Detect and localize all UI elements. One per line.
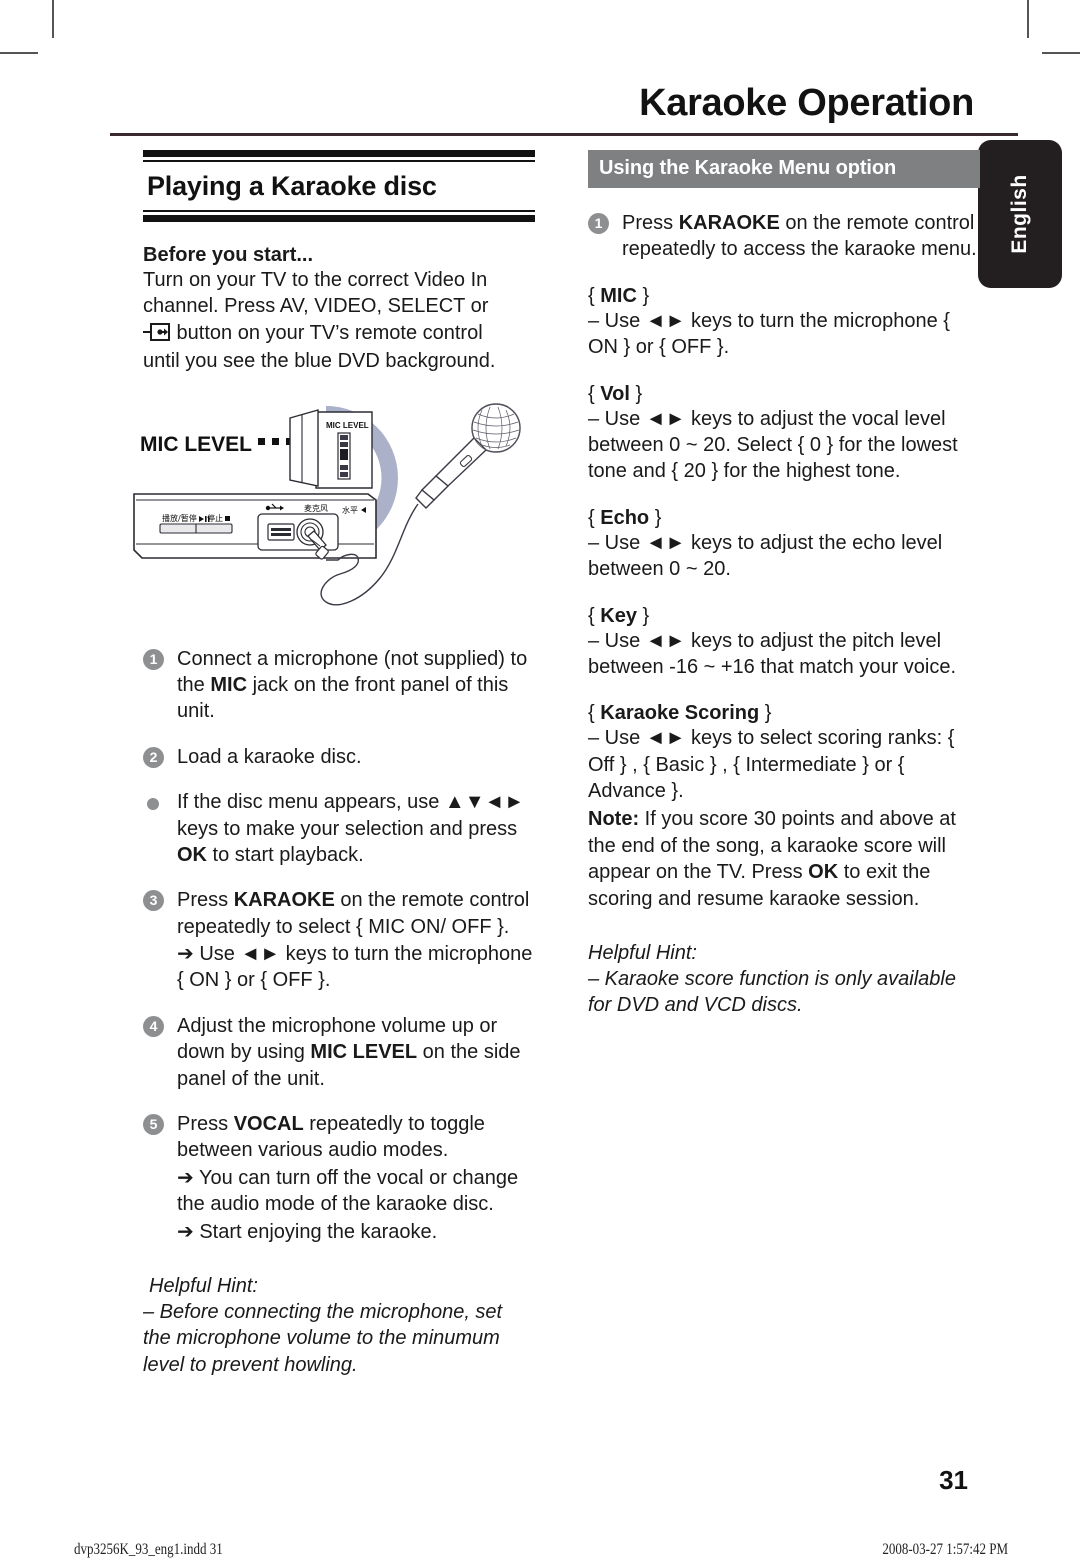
helpful-hint-body: – Before connecting the microphone, set …	[143, 1300, 503, 1376]
step-item: 3 Press KARAOKE on the remote control re…	[143, 887, 535, 994]
front-panel-illustration: MIC LEVEL MIC LEVEL 播放/暂停 停止 麦克风 水平	[130, 388, 550, 623]
svg-text:MIC LEVEL: MIC LEVEL	[326, 421, 369, 430]
page-number: 31	[939, 1465, 968, 1495]
step-item: 4 Adjust the microphone volume up or dow…	[143, 1013, 535, 1092]
title-rule	[110, 133, 1018, 136]
option-name-key: Key	[600, 604, 637, 627]
step-text-4b: MIC LEVEL	[310, 1041, 418, 1064]
option-title-echo: { Echo }	[588, 506, 662, 529]
right-step-text-a: Press	[622, 212, 679, 234]
option-name-echo: Echo	[600, 506, 650, 529]
option-title-vol: { Vol }	[588, 382, 643, 405]
right-column: Using the Karaoke Menu option 1 Press KA…	[588, 150, 980, 1019]
tv-input-icon	[143, 322, 171, 348]
language-tab-label: English	[1008, 174, 1031, 254]
step-number-badge: 3	[143, 890, 164, 912]
helpful-hint-body: – Karaoke score function is only availab…	[588, 968, 956, 1017]
section-rule-top	[143, 150, 535, 157]
bullet-text-b: OK	[177, 843, 207, 866]
page-title: Karaoke Operation	[639, 82, 974, 124]
crop-mark-top-right-horizontal	[1042, 52, 1080, 54]
bullet-dot-icon	[147, 798, 159, 811]
option-name-vol: Vol	[600, 382, 630, 405]
section-rule-bottom	[143, 215, 535, 222]
option-body-mic: – Use ◄► keys to turn the microphone { O…	[588, 309, 950, 359]
step-sub-line: ➔ Start enjoying the karaoke.	[177, 1220, 438, 1243]
svg-text:麦克风: 麦克风	[304, 503, 328, 513]
section-heading: Playing a Karaoke disc	[147, 171, 437, 201]
before-line-1: Turn on your TV to the correct Video In	[143, 269, 488, 291]
step-item: 5 Press VOCAL repeatedly to toggle betwe…	[143, 1111, 535, 1245]
step-item: 1 Press KARAOKE on the remote control re…	[588, 210, 980, 263]
step-number-badge: 1	[143, 648, 164, 670]
crop-mark-top-right-vertical	[1027, 0, 1029, 38]
bullet-text-a: If the disc menu appears, use ▲▼◄► keys …	[177, 791, 525, 840]
step-number-badge: 4	[143, 1015, 164, 1037]
footer-timestamp: 2008-03-27 1:57:42 PM	[882, 1539, 1008, 1558]
section-rule-bottom-thin	[143, 210, 535, 212]
step-text-1b: MIC	[210, 673, 248, 696]
bullet-text-c: to start playback.	[207, 843, 364, 866]
option-body-vol: – Use ◄► keys to adjust the vocal level …	[588, 407, 958, 483]
left-column: Playing a Karaoke disc Before you start.…	[143, 150, 535, 1378]
bullet-item: If the disc menu appears, use ▲▼◄► keys …	[143, 789, 535, 868]
footer-filename: dvp3256K_93_eng1.indd 31	[74, 1539, 223, 1558]
crop-mark-top-left-vertical	[52, 0, 54, 38]
before-line-3: button on your TV’s remote control	[171, 321, 483, 344]
step-sub-line: ➔ Use ◄► keys to turn the microphone { O…	[177, 943, 533, 992]
step-text-3a: Press	[177, 889, 234, 912]
step-text-5a: Press	[177, 1113, 234, 1136]
step-item: 2 Load a karaoke disc.	[143, 744, 535, 770]
svg-text:MIC LEVEL: MIC LEVEL	[140, 433, 252, 456]
option-body-echo: – Use ◄► keys to adjust the echo level b…	[588, 531, 943, 581]
svg-text:水平: 水平	[342, 505, 358, 515]
step-sub-line: ➔ You can turn off the vocal or change t…	[177, 1166, 519, 1216]
helpful-hint-title: Helpful Hint:	[149, 1274, 258, 1297]
note-block: Note: If you score 30 points and above a…	[588, 806, 980, 912]
before-line-2: channel. Press AV, VIDEO, SELECT or	[143, 295, 489, 318]
language-tab: English	[978, 140, 1062, 288]
step-number-badge: 2	[143, 746, 164, 768]
before-you-start-title: Before you start...	[143, 244, 314, 266]
karaoke-menu-bar-heading: Using the Karaoke Menu option	[588, 150, 980, 188]
step-text-2a: Load a karaoke disc.	[177, 745, 362, 768]
option-title-scoring: { Karaoke Scoring }	[588, 702, 772, 725]
option-name-scoring: Karaoke Scoring	[600, 702, 760, 725]
svg-text:播放/暂停: 播放/暂停	[162, 513, 197, 523]
option-title-key: { Key }	[588, 604, 650, 627]
option-body-scoring: – Use ◄► keys to select scoring ranks: {…	[588, 727, 955, 803]
section-rule-top-thin	[143, 160, 535, 162]
option-title-mic: { MIC }	[588, 284, 650, 307]
crop-mark-top-left-horizontal	[0, 52, 38, 54]
before-you-start-body: Turn on your TV to the correct Video In …	[143, 267, 535, 375]
step-number-badge: 5	[143, 1114, 164, 1136]
right-step-text-b: KARAOKE	[678, 212, 780, 234]
note-bold-ok: OK	[808, 861, 839, 884]
step-item: 1 Connect a microphone (not supplied) to…	[143, 646, 535, 725]
step-text-5b: VOCAL	[233, 1113, 304, 1136]
option-body-key: – Use ◄► keys to adjust the pitch level …	[588, 629, 956, 678]
before-line-4: until you see the blue DVD background.	[143, 350, 496, 373]
note-label: Note:	[588, 808, 640, 831]
option-name-mic: MIC	[600, 284, 637, 307]
helpful-hint-title: Helpful Hint:	[588, 942, 697, 965]
step-number-badge: 1	[588, 213, 609, 234]
step-text-3b: KARAOKE	[233, 889, 335, 912]
